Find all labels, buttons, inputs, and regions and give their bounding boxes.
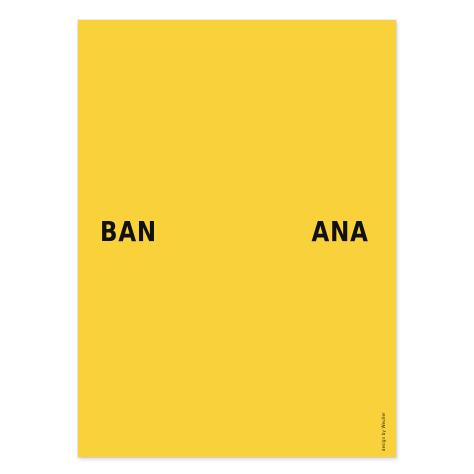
canvas: BAN ANA design by Weuller [0,0,474,474]
poster-word-right: ANA [311,215,369,248]
poster: BAN ANA design by Weuller [78,20,396,457]
poster-credit: design by Weuller [381,411,386,451]
poster-word-left: BAN [100,215,157,248]
